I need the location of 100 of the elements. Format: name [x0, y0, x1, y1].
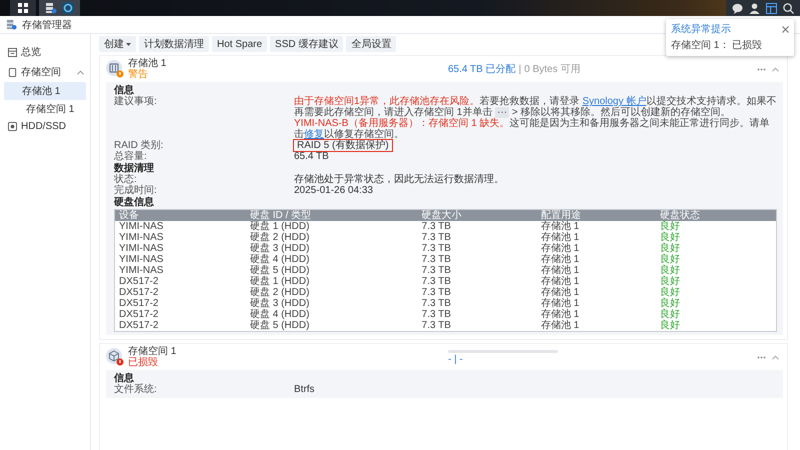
table-cell: YIMI-NAS	[114, 265, 246, 276]
table-cell: DX517-2	[114, 276, 246, 287]
table-cell: 7.3 TB	[418, 287, 537, 298]
table-cell: 硬盘 1 (HDD)	[246, 276, 418, 287]
table-cell: 硬盘 4 (HDD)	[246, 254, 418, 265]
table-cell: YIMI-NAS	[114, 232, 246, 243]
section-title: 信息	[114, 373, 134, 384]
field-label: 总容量:	[114, 151, 148, 162]
table-cell: 良好	[656, 287, 776, 298]
toolbar-button[interactable]: 全局设置	[346, 36, 396, 52]
sidebar-item[interactable]: 存储池 1	[4, 82, 86, 100]
chat-icon[interactable]	[732, 2, 743, 14]
section-title: 硬盘信息	[114, 197, 155, 208]
table-cell: 良好	[656, 276, 776, 287]
separator-text: |	[518, 64, 522, 74]
link[interactable]: Synology 帐户	[582, 96, 646, 107]
table-cell: 存储池 1	[536, 243, 656, 254]
volume-status: 已损毁	[128, 357, 159, 368]
table-cell: 存储池 1	[536, 276, 656, 287]
field-label: 建议事项:	[114, 96, 158, 109]
more-chip: ···	[495, 107, 510, 118]
field-value: 2025-01-26 04:33	[294, 185, 373, 196]
notification-message: 存储空间 1： 已损毁	[671, 38, 764, 52]
more-icon[interactable]	[757, 68, 766, 70]
table-cell: DX517-2	[114, 320, 246, 332]
column-header: 设备	[114, 210, 246, 221]
field-label: 文件系统:	[114, 384, 158, 395]
table-cell: 7.3 TB	[418, 254, 537, 265]
table-cell: 良好	[656, 309, 776, 320]
table-cell: 7.3 TB	[418, 221, 537, 232]
table-cell: DX517-2	[114, 298, 246, 309]
table-cell: 硬盘 5 (HDD)	[246, 265, 418, 276]
field-label: 状态:	[114, 174, 137, 185]
field-value: 存储池处于异常状态，因此无法运行数据清理。	[294, 174, 504, 185]
table-cell: 硬盘 4 (HDD)	[246, 309, 418, 320]
sidebar-item[interactable]: 存储空间 1	[0, 100, 90, 118]
search-icon[interactable]	[783, 2, 794, 14]
table-cell: 良好	[656, 298, 776, 309]
storage-app-icon	[6, 19, 17, 30]
table-cell: 7.3 TB	[418, 298, 537, 309]
sidebar-item[interactable]: 总览	[0, 42, 90, 62]
pool-status: 警告	[128, 69, 149, 80]
table-cell: YIMI-NAS	[114, 221, 246, 232]
table-cell: 存储池 1	[536, 287, 656, 298]
table-cell: 硬盘 2 (HDD)	[246, 232, 418, 243]
table-cell: 良好	[656, 243, 776, 254]
table-cell: 存储池 1	[536, 254, 656, 265]
volume-name: 存储空间 1	[128, 346, 178, 357]
collapse-icon[interactable]	[772, 66, 779, 72]
storage-pool-icon	[106, 60, 124, 78]
usage-text: - | -	[448, 354, 463, 364]
sidebar-item[interactable]: HDD/SSD	[0, 118, 90, 135]
table-cell: 存储池 1	[536, 298, 656, 309]
toolbar-button[interactable]: SSD 缓存建议	[270, 36, 344, 52]
table-cell: 硬盘 5 (HDD)	[246, 320, 418, 332]
column-header: 硬盘大小	[418, 210, 537, 221]
link[interactable]: 修复	[304, 129, 324, 140]
column-header: 硬盘 ID / 类型	[246, 210, 418, 221]
table-cell: 存储池 1	[536, 320, 656, 332]
table-cell: 良好	[656, 221, 776, 232]
storage-icon	[8, 68, 17, 76]
allocated-text: 65.4 TB 已分配	[448, 63, 516, 76]
table-cell: 良好	[656, 232, 776, 243]
table-cell: 7.3 TB	[418, 232, 537, 243]
available-text: 0 Bytes 可用	[524, 63, 580, 76]
user-icon[interactable]	[749, 2, 760, 14]
section-title: 数据清理	[114, 163, 155, 174]
table-cell: 存储池 1	[536, 309, 656, 320]
table-cell: 7.3 TB	[418, 320, 537, 332]
column-header: 配置用途	[536, 210, 656, 221]
collapse-icon[interactable]	[772, 354, 779, 360]
storage-app-icon[interactable]	[45, 2, 57, 14]
table-cell: DX517-2	[114, 287, 246, 298]
table-cell: 硬盘 1 (HDD)	[246, 221, 418, 232]
toolbar-button[interactable]: Hot Spare	[212, 36, 268, 52]
table-cell: YIMI-NAS	[114, 243, 246, 254]
table-cell: 7.3 TB	[418, 243, 537, 254]
more-icon[interactable]	[757, 356, 766, 358]
widgets-icon[interactable]	[766, 2, 777, 14]
table-cell: 硬盘 3 (HDD)	[246, 243, 418, 254]
close-icon[interactable]	[782, 26, 789, 32]
sidebar-item[interactable]: 存储空间	[0, 62, 90, 82]
field-label: 完成时间:	[114, 185, 158, 196]
main-menu-icon[interactable]	[10, 0, 36, 16]
field-label: RAID 类别:	[114, 140, 164, 151]
field-value: Btrfs	[294, 384, 315, 395]
table-cell: 硬盘 2 (HDD)	[246, 287, 418, 298]
table-cell: YIMI-NAS	[114, 254, 246, 265]
gear-icon[interactable]	[62, 2, 74, 14]
table-cell: 存储池 1	[536, 265, 656, 276]
table-cell: 7.3 TB	[418, 276, 537, 287]
pool-name: 存储池 1	[128, 58, 168, 69]
field-value: 65.4 TB	[294, 151, 329, 162]
disk-icon	[8, 122, 17, 131]
toolbar-button[interactable]: 计划数据清理	[139, 36, 209, 52]
table-cell: 7.3 TB	[418, 309, 537, 320]
table-cell: 良好	[656, 320, 776, 332]
suggestion-text: 由于存储空间1异常，此存储池存在风险。若要抢救数据，请登录 Synology 帐户以提交技术支持请求。如果不再需要此存储空间，请进入存储空间 1并单击 ··· > 移除以将其移除。然后可以创建新的存储空间。	[294, 96, 777, 118]
toolbar-button[interactable]: 创建	[99, 36, 136, 52]
table-cell: 良好	[656, 254, 776, 265]
